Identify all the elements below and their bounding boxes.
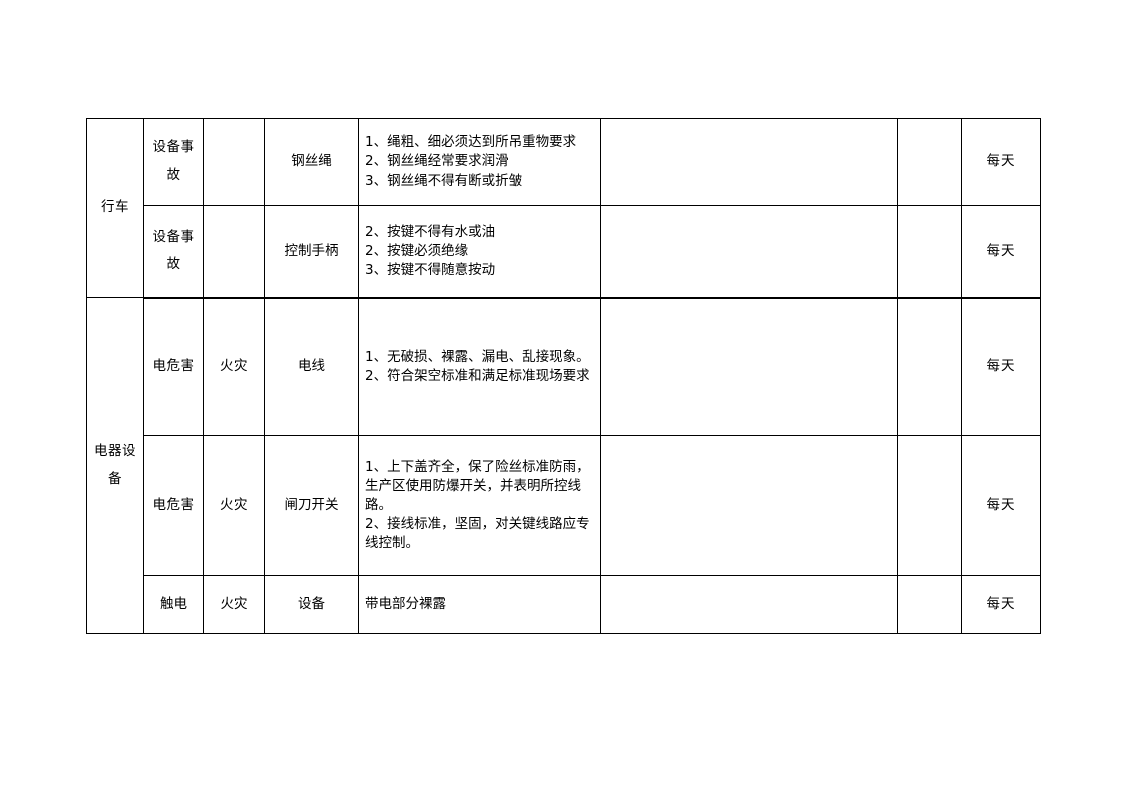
frequency-cell: 每天 bbox=[961, 575, 1041, 634]
frequency-cell: 每天 bbox=[961, 205, 1041, 299]
risk-type-cell: 设备事故 bbox=[143, 118, 204, 206]
risk-type-label: 设备事故 bbox=[152, 139, 195, 183]
inspector-cell[interactable] bbox=[897, 118, 962, 206]
inspection-standard-cell: 带电部分裸露 bbox=[358, 575, 601, 634]
table-row: 设备事故 控制手柄 2、按键不得有水或油 2、按键必须绝缘 3、按键不得随意按动 bbox=[87, 205, 1041, 299]
frequency-cell: 每天 bbox=[961, 435, 1041, 576]
accident-type-cell bbox=[203, 118, 265, 206]
result-cell[interactable] bbox=[600, 297, 898, 436]
inspection-object-label: 钢丝绳 bbox=[291, 153, 332, 170]
accident-type-cell bbox=[203, 205, 265, 299]
result-cell[interactable] bbox=[600, 118, 898, 206]
result-cell[interactable] bbox=[600, 575, 898, 634]
risk-type-label: 电危害 bbox=[152, 496, 195, 513]
result-cell[interactable] bbox=[600, 205, 898, 299]
frequency-cell: 每天 bbox=[961, 297, 1041, 436]
inspection-object-cell: 控制手柄 bbox=[264, 205, 359, 299]
inspection-object-cell: 闸刀开关 bbox=[264, 435, 359, 576]
category-label: 电器设备 bbox=[94, 442, 136, 487]
inspection-standard-text: 1、绳粗、细必须达到所吊重物要求 2、钢丝绳经常要求润滑 3、钢丝绳不得有断或折… bbox=[365, 134, 577, 189]
inspection-object-cell: 设备 bbox=[264, 575, 359, 634]
inspection-object-label: 设备 bbox=[298, 595, 325, 612]
frequency-cell: 每天 bbox=[961, 118, 1041, 206]
frequency-label: 每天 bbox=[986, 242, 1016, 259]
inspection-object-cell: 电线 bbox=[264, 297, 359, 436]
inspector-value bbox=[898, 246, 961, 256]
inspection-standard-text: 1、上下盖齐全，保了险丝标准防雨，生产区使用防爆开关，并表明所控线路。 2、接线… bbox=[365, 458, 590, 552]
inspection-standard-cell: 2、按键不得有水或油 2、按键必须绝缘 3、按键不得随意按动 bbox=[358, 205, 601, 299]
risk-type-cell: 电危害 bbox=[143, 297, 204, 436]
inspector-cell[interactable] bbox=[897, 205, 962, 299]
table-row: 电器设备 电危害 火灾 电线 1、无破损、裸露、漏电、乱接现象。 2、符合架空标… bbox=[86, 297, 1041, 634]
accident-type-label bbox=[204, 249, 264, 253]
result-cell[interactable] bbox=[600, 435, 898, 576]
accident-type-label bbox=[204, 160, 264, 164]
inspection-object-label: 闸刀开关 bbox=[284, 496, 339, 513]
inspection-standard-cell: 1、绳粗、细必须达到所吊重物要求 2、钢丝绳经常要求润滑 3、钢丝绳不得有断或折… bbox=[358, 118, 601, 206]
accident-type-cell: 火灾 bbox=[203, 575, 265, 634]
inspection-object-label: 电线 bbox=[298, 358, 325, 374]
result-value bbox=[601, 157, 897, 167]
risk-type-cell: 触电 bbox=[143, 575, 204, 634]
inspector-cell[interactable] bbox=[897, 297, 962, 436]
inspection-standard-cell: 1、上下盖齐全，保了险丝标准防雨，生产区使用防爆开关，并表明所控线路。 2、接线… bbox=[358, 435, 601, 576]
category-label: 行车 bbox=[101, 199, 129, 216]
frequency-label: 每天 bbox=[986, 153, 1016, 170]
result-value bbox=[601, 246, 897, 256]
accident-type-cell: 火灾 bbox=[203, 297, 265, 436]
inspector-cell[interactable] bbox=[897, 575, 962, 634]
frequency-label: 每天 bbox=[986, 496, 1016, 513]
result-value bbox=[601, 600, 897, 610]
risk-type-cell: 设备事故 bbox=[143, 205, 204, 299]
risk-table-container: 行车 设备事故 钢丝绳 1、绳粗、细必须达到所吊重物要求 2、钢丝绳经常要求润滑… bbox=[86, 118, 1041, 634]
risk-type-label: 电危害 bbox=[152, 357, 195, 374]
risk-type-label: 触电 bbox=[160, 595, 187, 612]
table-row: 触电 火灾 设备 带电部分裸露 每天 bbox=[87, 575, 1041, 634]
inspector-value bbox=[898, 501, 961, 511]
inspector-value bbox=[898, 600, 961, 610]
accident-type-label: 火灾 bbox=[220, 357, 248, 374]
inspector-value bbox=[898, 362, 961, 372]
frequency-label: 每天 bbox=[986, 358, 1016, 374]
inspection-standard-text: 带电部分裸露 bbox=[365, 595, 446, 612]
inspection-standard-text: 2、按键不得有水或油 2、按键必须绝缘 3、按键不得随意按动 bbox=[365, 223, 496, 278]
category-cell-dianqishebei: 电器设备 bbox=[86, 297, 144, 634]
accident-type-cell: 火灾 bbox=[203, 435, 265, 576]
risk-inspection-table: 行车 设备事故 钢丝绳 1、绳粗、细必须达到所吊重物要求 2、钢丝绳经常要求润滑… bbox=[86, 118, 1041, 634]
risk-type-label: 设备事故 bbox=[152, 228, 195, 273]
document-page: 行车 设备事故 钢丝绳 1、绳粗、细必须达到所吊重物要求 2、钢丝绳经常要求润滑… bbox=[0, 0, 1123, 794]
frequency-label: 每天 bbox=[986, 595, 1016, 612]
accident-type-label: 火灾 bbox=[220, 496, 248, 513]
inspection-object-label: 控制手柄 bbox=[284, 242, 339, 259]
risk-type-cell: 电危害 bbox=[143, 435, 204, 576]
table-row: 电危害 火灾 闸刀开关 1、上下盖齐全，保了险丝标准防雨，生产区使用防爆开关，并… bbox=[87, 435, 1041, 576]
inspector-cell[interactable] bbox=[897, 435, 962, 576]
inspection-standard-text: 1、无破损、裸露、漏电、乱接现象。 2、符合架空标准和满足标准现场要求 bbox=[365, 348, 590, 384]
table-body: 行车 设备事故 钢丝绳 1、绳粗、细必须达到所吊重物要求 2、钢丝绳经常要求润滑… bbox=[86, 118, 1041, 634]
inspection-object-cell: 钢丝绳 bbox=[264, 118, 359, 206]
accident-type-label: 火灾 bbox=[220, 595, 248, 612]
table-row: 行车 设备事故 钢丝绳 1、绳粗、细必须达到所吊重物要求 2、钢丝绳经常要求润滑… bbox=[86, 118, 1041, 298]
inspection-standard-cell: 1、无破损、裸露、漏电、乱接现象。 2、符合架空标准和满足标准现场要求 bbox=[358, 297, 601, 436]
inspector-value bbox=[898, 157, 961, 167]
result-value bbox=[601, 362, 897, 372]
category-cell-xingche: 行车 bbox=[86, 118, 144, 298]
result-value bbox=[601, 501, 897, 511]
